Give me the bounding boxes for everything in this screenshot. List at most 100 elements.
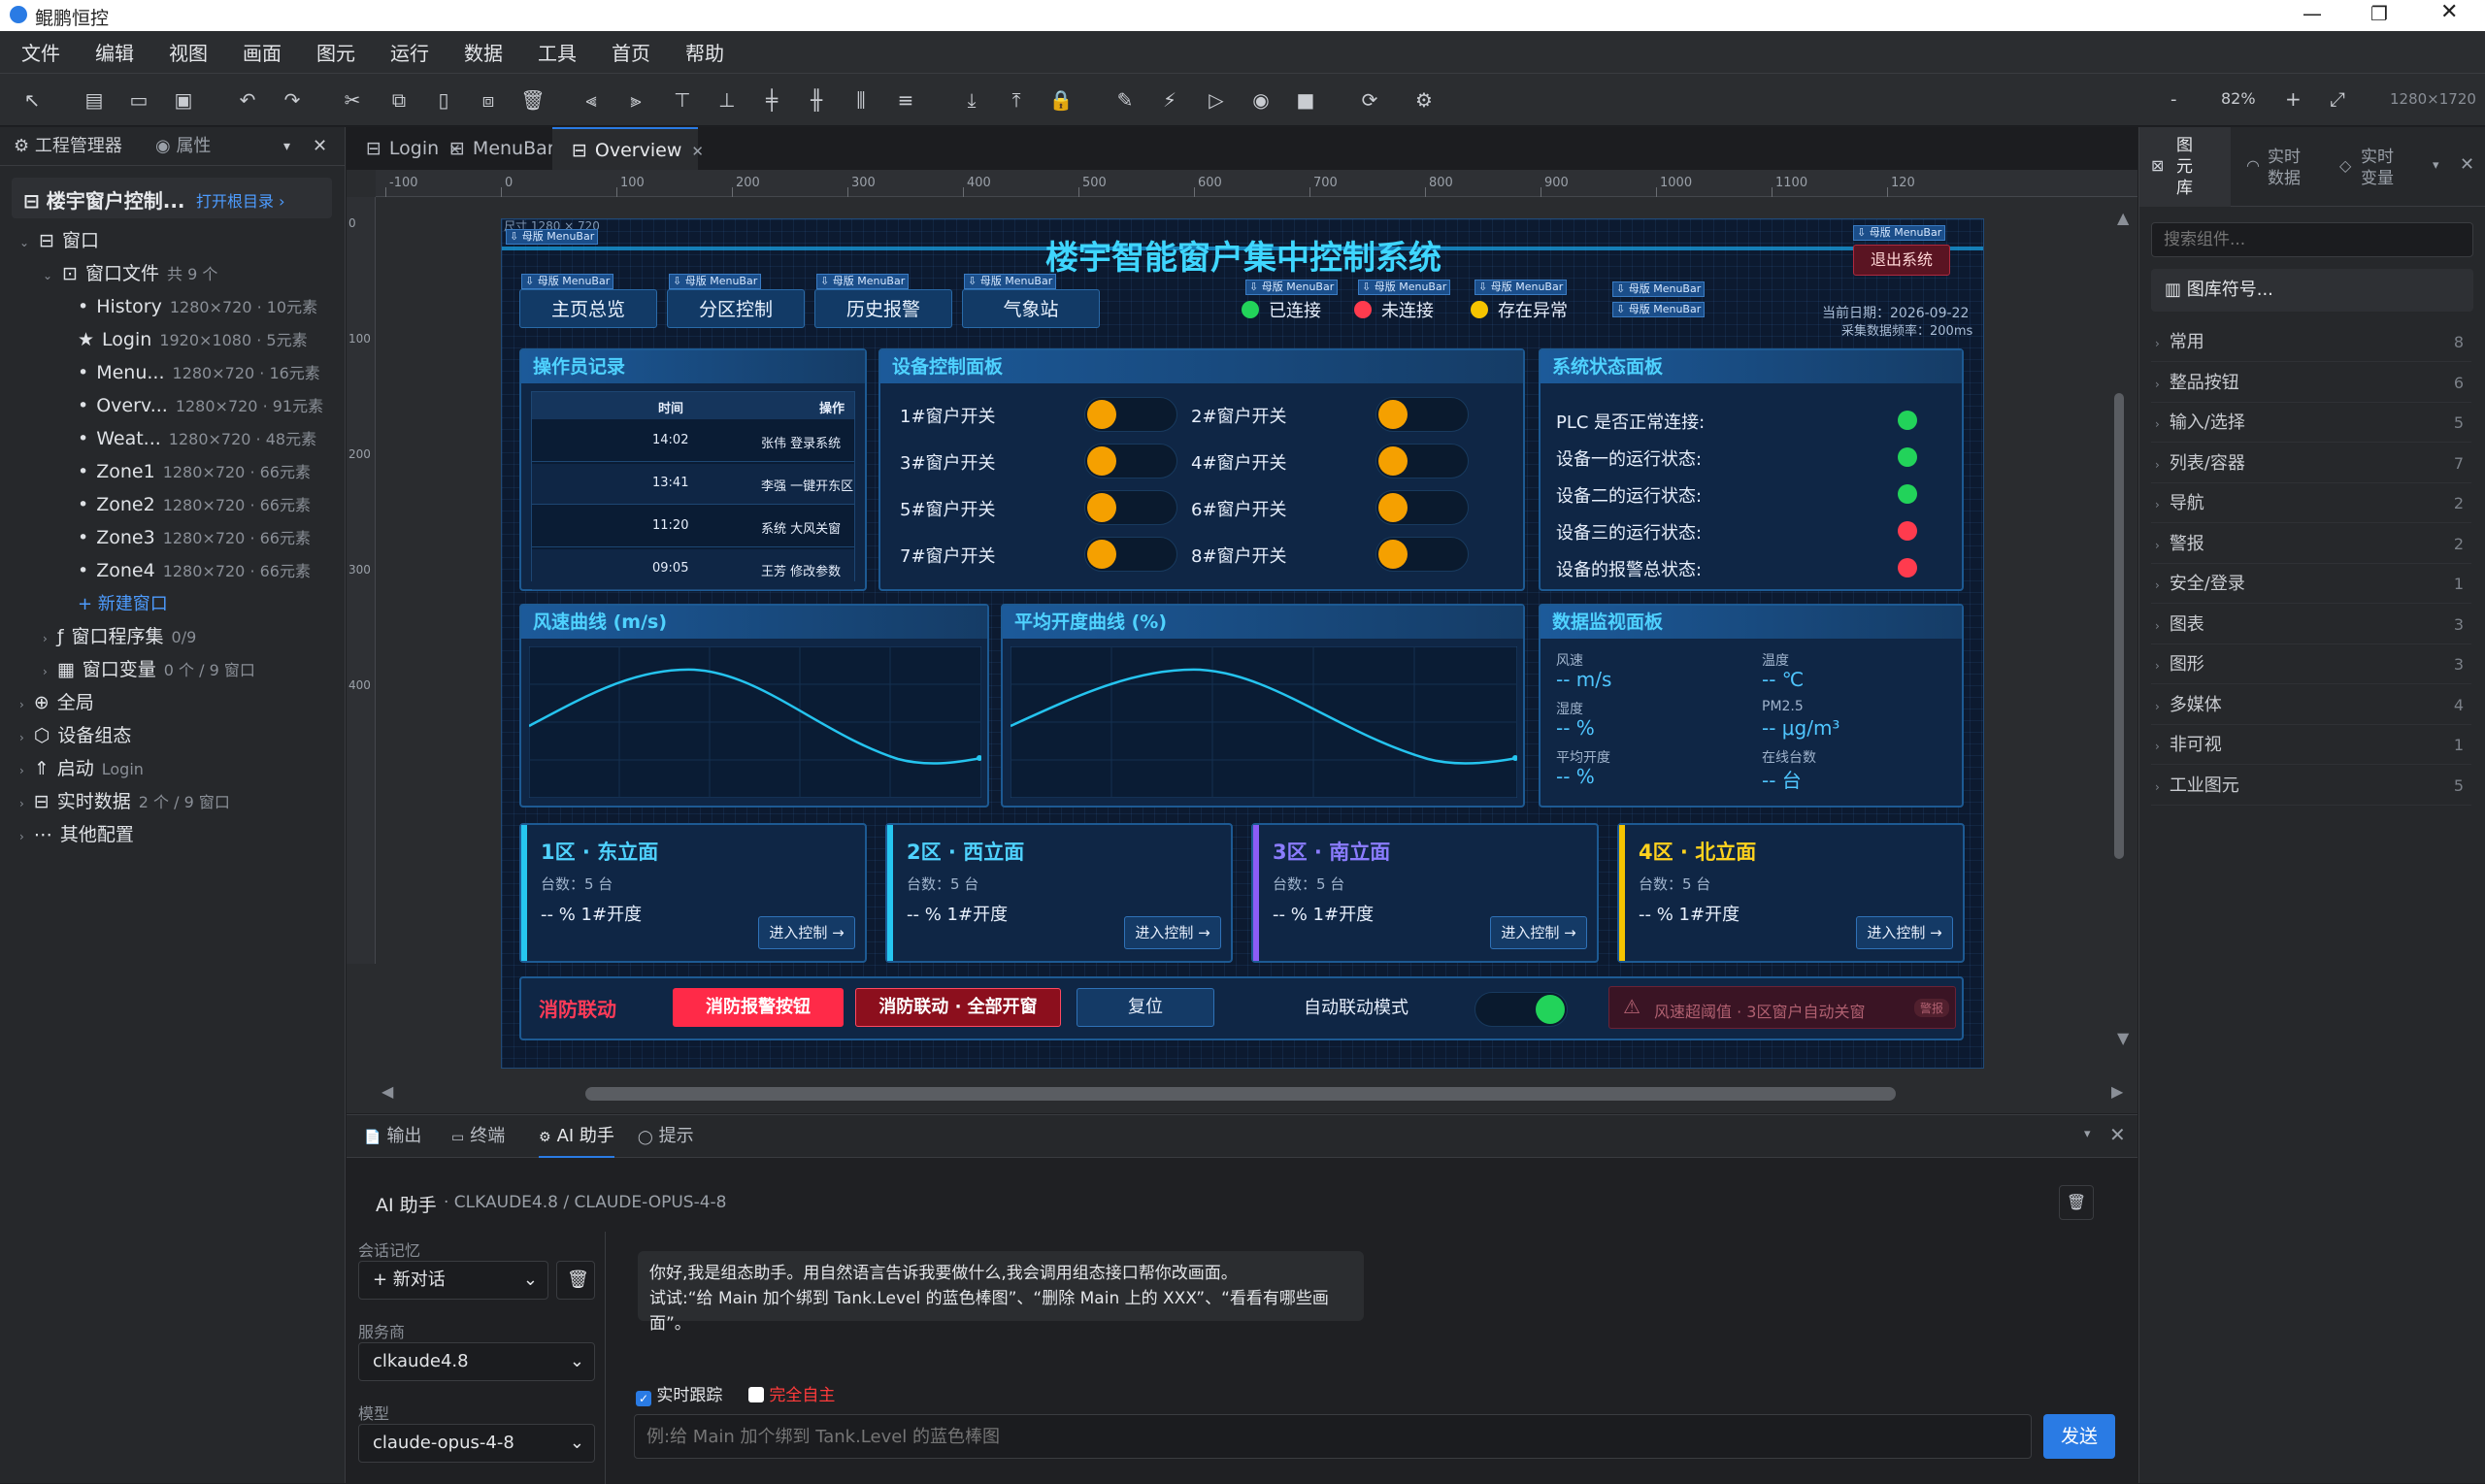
category-item[interactable]: › 输入/选择 5 — [2151, 404, 2471, 443]
horizontal-scroll-thumb[interactable] — [585, 1087, 1896, 1101]
align-right-icon[interactable]: ⫸ — [623, 87, 648, 113]
redo-icon[interactable]: ↷ — [280, 87, 305, 113]
doc-tab-menubar[interactable]: ⊟MenuBar✕ — [430, 127, 577, 170]
chevron-down-icon[interactable]: ▾ — [283, 127, 290, 166]
bottom-tab[interactable]: ▭ 终端 — [451, 1115, 505, 1158]
copy-icon[interactable]: ⧉ — [386, 87, 412, 113]
paste-icon[interactable]: ▯ — [431, 87, 456, 113]
tree-item[interactable]: › ƒ 窗口程序集 0/9 — [0, 620, 346, 653]
category-item[interactable]: › 列表/容器 7 — [2151, 445, 2471, 483]
align-middle-icon[interactable]: ╫ — [804, 87, 829, 113]
auto-linkage-toggle[interactable] — [1474, 992, 1568, 1027]
open-root-link[interactable]: 打开根目录 › — [196, 188, 285, 212]
preview-icon[interactable]: ◉ — [1248, 87, 1274, 113]
tree-item[interactable]: › ▦ 窗口变量 0 个 / 9 窗口 — [0, 653, 346, 686]
tree-item[interactable]: › ⬡ 设备组态 — [0, 719, 346, 752]
close-panel-icon[interactable]: ✕ — [313, 127, 327, 166]
fit-icon[interactable]: ⤢ — [2330, 87, 2345, 111]
bottom-tab[interactable]: ⚙ AI 助手 — [539, 1115, 614, 1158]
model-select[interactable]: claude-opus-4-8 ⌄ — [358, 1424, 595, 1463]
overview-design-canvas[interactable]: 尺寸 1280 × 720 ⇩ 母版 MenuBar 楼宇智能窗户集中控制系统 … — [501, 218, 1984, 1069]
close-tab-icon[interactable]: ✕ — [691, 143, 704, 160]
doc-tab-login[interactable]: ⊟ Login ✕ — [347, 127, 461, 170]
chevron-down-icon[interactable]: ▾ — [2433, 158, 2439, 173]
tree-item[interactable]: • Menu... 1280×720 · 16元素 — [0, 356, 346, 389]
tree-item[interactable]: › ⇑ 启动 Login — [0, 752, 346, 785]
open-folder-icon[interactable]: ▭ — [126, 87, 151, 113]
tree-item[interactable]: + 新建窗口 — [0, 587, 346, 620]
enter-control-button[interactable]: 进入控制 → — [1124, 916, 1221, 949]
symbol-library-button[interactable]: ▥ 图库符号... — [2151, 269, 2473, 312]
delete-icon[interactable]: 🗑 — [520, 87, 546, 113]
select-tool-icon[interactable]: ↖ — [19, 87, 45, 113]
tree-item[interactable]: • History 1280×720 · 10元素 — [0, 290, 346, 323]
component-search-input[interactable] — [2151, 222, 2473, 257]
edit-icon[interactable]: ✎ — [1112, 87, 1138, 113]
nav-button[interactable]: 主页总览 — [519, 289, 657, 328]
realtime-track-option[interactable]: ✓ 实时跟踪 — [636, 1381, 722, 1406]
bring-front-icon[interactable]: ⤓ — [959, 87, 984, 113]
window-switch-toggle[interactable] — [1375, 490, 1469, 525]
distribute-h-icon[interactable]: ⫼ — [848, 87, 874, 113]
zoom-in-button[interactable]: + — [2285, 87, 2302, 111]
menu-5[interactable]: 运行 — [390, 38, 429, 66]
enter-control-button[interactable]: 进入控制 → — [1856, 916, 1953, 949]
stop-icon[interactable]: ■ — [1293, 87, 1318, 113]
chevron-right-icon[interactable]: › — [19, 731, 24, 744]
nav-button[interactable]: 气象站 — [962, 289, 1100, 328]
full-auto-option[interactable]: 完全自主 — [748, 1381, 835, 1405]
category-item[interactable]: › 安全/登录 1 — [2151, 565, 2471, 604]
window-switch-toggle[interactable] — [1375, 444, 1469, 478]
chevron-right-icon[interactable]: › — [19, 764, 24, 777]
doc-tab-overview[interactable]: ⊟ Overview ✕ — [552, 127, 704, 170]
tree-item[interactable]: › ⋯ 其他配置 — [0, 818, 346, 851]
chevron-right-icon[interactable]: › — [19, 698, 24, 711]
tree-item[interactable]: • Zone1 1280×720 · 66元素 — [0, 455, 346, 488]
enter-control-button[interactable]: 进入控制 → — [758, 916, 855, 949]
window-switch-toggle[interactable] — [1084, 397, 1177, 432]
refresh-icon[interactable]: ⟳ — [1357, 87, 1382, 113]
category-item[interactable]: › 警报 2 — [2151, 525, 2471, 564]
tab-properties[interactable]: ◉ 属性 — [155, 127, 211, 166]
category-item[interactable]: › 工业图元 5 — [2151, 767, 2471, 806]
scroll-right-icon[interactable]: ▶ — [2111, 1082, 2123, 1101]
category-item[interactable]: › 常用 8 — [2151, 323, 2471, 362]
tree-item[interactable]: • Zone2 1280×720 · 66元素 — [0, 488, 346, 521]
menu-6[interactable]: 数据 — [464, 38, 503, 66]
run-icon[interactable]: ▷ — [1204, 87, 1229, 113]
align-left-icon[interactable]: ⫷ — [579, 87, 604, 113]
window-switch-toggle[interactable] — [1084, 490, 1177, 525]
exit-system-button[interactable]: 退出系统 — [1853, 245, 1950, 276]
align-bottom-icon[interactable]: ⊥ — [714, 87, 740, 113]
bottom-tab[interactable]: ◯ 提示 — [638, 1115, 694, 1158]
delete-chat-button[interactable]: 🗑 — [556, 1261, 595, 1300]
new-file-icon[interactable]: ▤ — [82, 87, 107, 113]
zoom-out-button[interactable]: - — [2170, 89, 2177, 110]
menu-3[interactable]: 画面 — [243, 38, 282, 66]
tree-item[interactable]: • Zone4 1280×720 · 66元素 — [0, 554, 346, 587]
undo-icon[interactable]: ↶ — [235, 87, 260, 113]
chevron-right-icon[interactable]: › — [19, 797, 24, 810]
menu-4[interactable]: 图元 — [316, 38, 355, 66]
category-item[interactable]: › 多媒体 4 — [2151, 686, 2471, 725]
tab-project-manager[interactable]: ⚙ 工程管理器 — [14, 127, 122, 166]
checkbox-unchecked-icon[interactable] — [748, 1387, 764, 1402]
menu-1[interactable]: 编辑 — [95, 38, 134, 66]
category-item[interactable]: › 整品按钮 6 — [2151, 364, 2471, 403]
menu-2[interactable]: 视图 — [169, 38, 208, 66]
chevron-right-icon[interactable]: › — [19, 830, 24, 843]
minimize-icon[interactable]: — — [2303, 2, 2322, 25]
scroll-up-icon[interactable]: ▲ — [2117, 209, 2129, 227]
chevron-right-icon[interactable]: › — [43, 632, 48, 645]
settings-icon[interactable]: ⚙ — [1411, 87, 1437, 113]
lock-icon[interactable]: 🔒 — [1048, 87, 1074, 113]
category-item[interactable]: › 图表 3 — [2151, 606, 2471, 644]
checkbox-checked-icon[interactable]: ✓ — [636, 1391, 651, 1406]
scroll-down-icon[interactable]: ▼ — [2117, 1029, 2129, 1047]
ai-prompt-input[interactable] — [634, 1414, 2032, 1459]
tree-item[interactable]: › ⊟ 实时数据 2 个 / 9 窗口 — [0, 785, 346, 818]
tree-item[interactable]: • Weat... 1280×720 · 48元素 — [0, 422, 346, 455]
chevron-down-icon[interactable]: ⌄ — [19, 236, 29, 249]
duplicate-icon[interactable]: ⧈ — [476, 87, 501, 113]
close-icon[interactable]: ✕ — [2440, 0, 2458, 24]
